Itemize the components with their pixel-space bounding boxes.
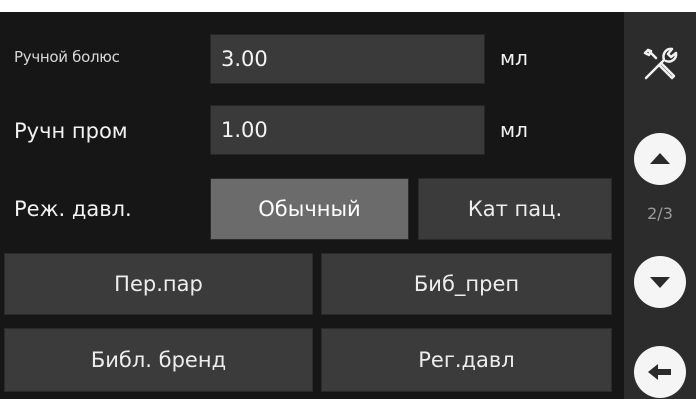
page-indicator: 2/3	[647, 204, 673, 223]
settings-panel: Ручной болюс 3.00 мл Ручн пром 1.00 мл Р…	[0, 12, 624, 399]
manual-flush-unit: мл	[500, 118, 528, 142]
arrow-down-icon[interactable]	[634, 256, 686, 308]
pressure-regulation-button[interactable]: Рег.давл	[321, 328, 612, 392]
transfer-params-button[interactable]: Пер.пар	[4, 253, 313, 315]
device-screen: Ручной болюс 3.00 мл Ручн пром 1.00 мл Р…	[0, 12, 696, 399]
manual-flush-label: Ручн пром	[14, 119, 128, 143]
drug-library-button[interactable]: Биб_преп	[321, 253, 612, 315]
manual-bolus-field[interactable]: 3.00	[210, 34, 485, 84]
pressure-mode-normal-button[interactable]: Обычный	[210, 178, 409, 240]
back-arrow-icon[interactable]	[634, 346, 686, 398]
manual-bolus-label: Ручной болюс	[14, 48, 120, 66]
wrench-screwdriver-icon[interactable]	[636, 40, 684, 88]
manual-flush-field[interactable]: 1.00	[210, 105, 485, 155]
brand-library-button[interactable]: Библ. бренд	[4, 328, 313, 392]
pressure-mode-catheter-button[interactable]: Кат пац.	[418, 178, 612, 240]
arrow-up-icon[interactable]	[634, 133, 686, 185]
side-nav-bar: 2/3	[624, 12, 696, 399]
pressure-mode-label: Реж. давл.	[14, 197, 132, 221]
manual-bolus-unit: мл	[500, 46, 528, 70]
